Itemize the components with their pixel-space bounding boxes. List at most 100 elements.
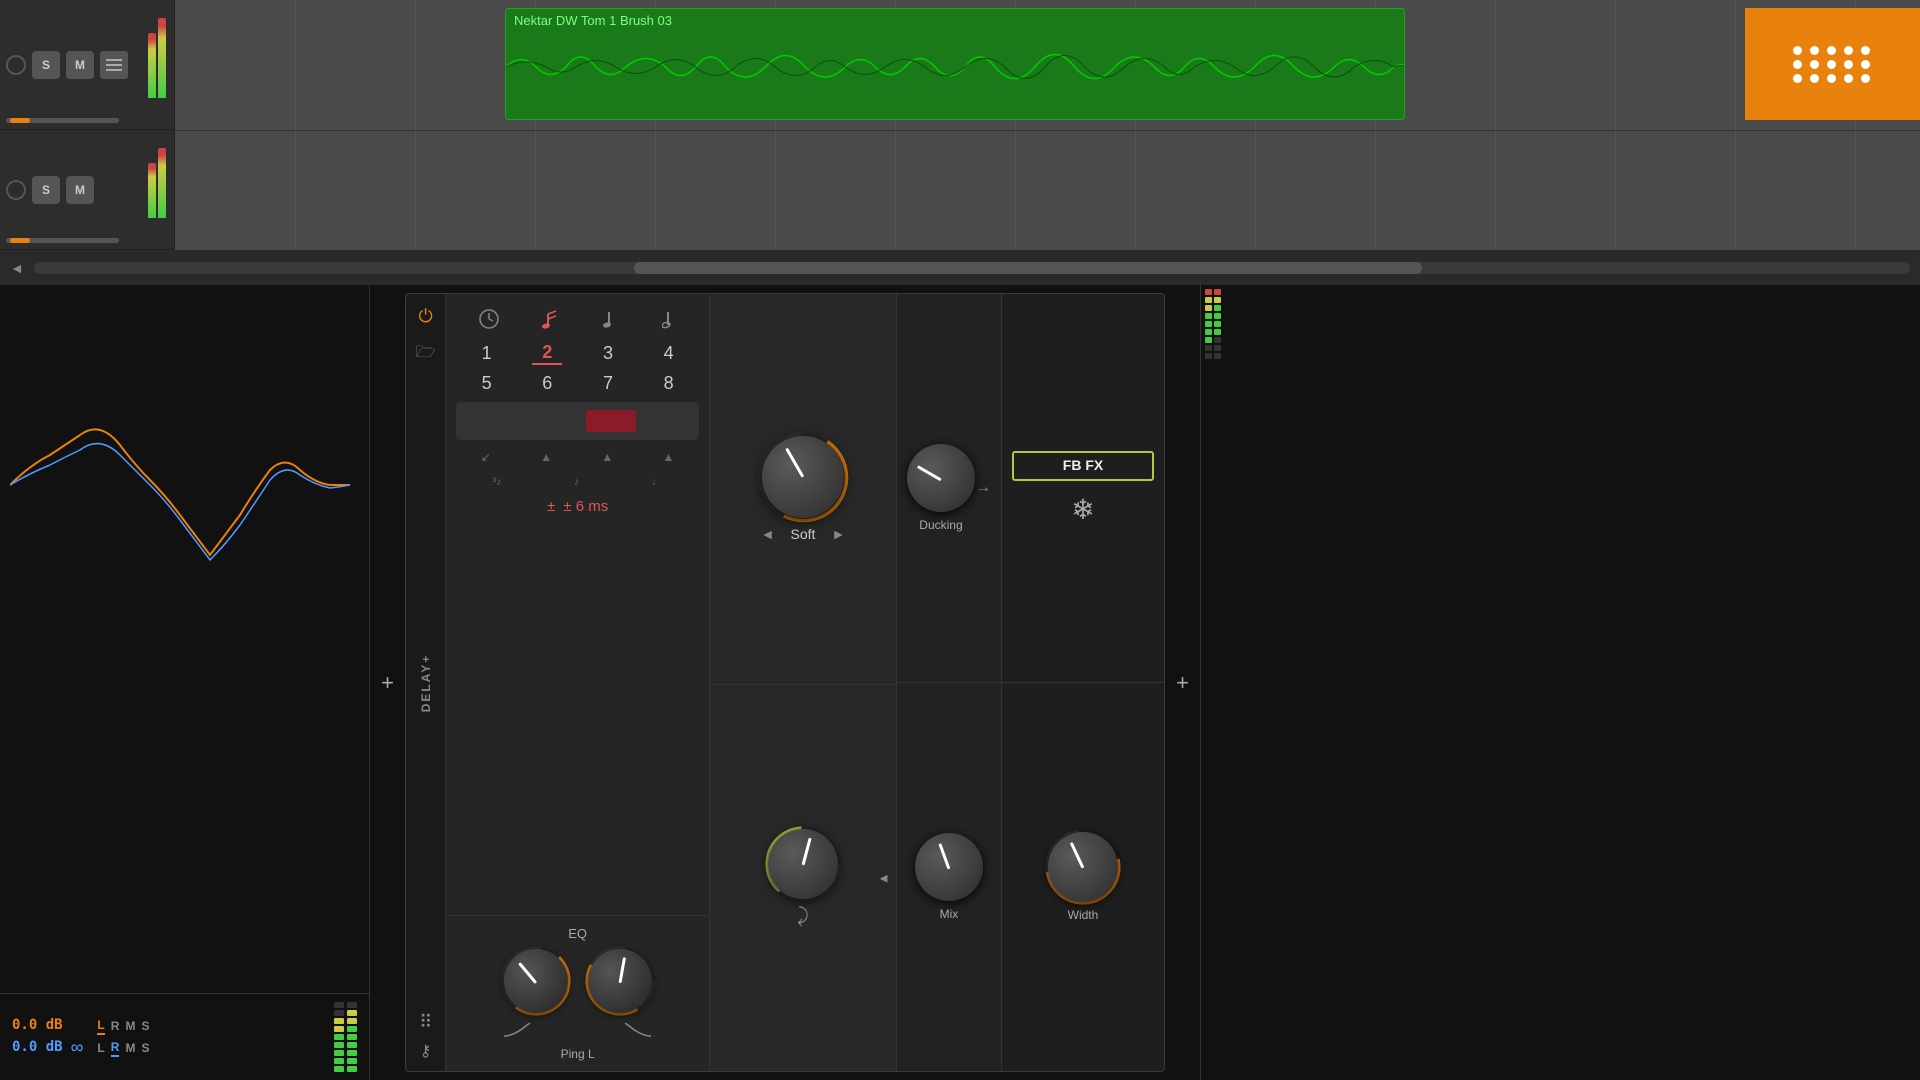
grid-line [1735,0,1736,285]
grid-btn[interactable]: ⠿ [419,1012,432,1033]
mix-label: Mix [940,907,959,921]
timing-nums-row1: 1 2 3 4 [456,342,699,365]
track-fader-1[interactable] [6,118,119,123]
timing-top: 1 2 3 4 5 6 7 8 ↙ [446,294,709,916]
fbfx-panel: FB FX ❄ Width [1001,294,1164,1071]
scrollbar-track[interactable] [34,262,1910,274]
plugin-name-label: DELAY+ [419,653,433,712]
folder-btn[interactable]: 🗁 [412,340,440,368]
note-quarter-icon[interactable] [603,308,619,330]
soft-knob-container [762,436,844,518]
eq-knob-1[interactable] [504,949,568,1013]
track-row-2: S M [0,130,174,250]
fbfx-top: FB FX ❄ [1002,294,1164,683]
daw-top-area: S M S M [0,0,1920,285]
note-eighth-icon[interactable] [542,308,560,330]
timing-num-6[interactable]: 6 [532,373,562,394]
plugin-sidebar: ⏻ 🗁 DELAY+ ⠿ ⚷ [406,294,446,1071]
scrollbar-thumb[interactable] [634,262,1422,274]
mute-btn-1[interactable]: M [66,51,94,79]
ms-display: ± ± 6 ms [456,498,699,515]
soft-arrow-right[interactable]: ► [831,526,845,542]
green-knob[interactable] [768,829,838,899]
soft-label: Soft [791,526,816,542]
track-menu-btn-1[interactable] [100,51,128,79]
level-blue: 0.0 dB [12,1039,63,1055]
note-half-icon[interactable] [662,308,678,330]
clip-waveform [506,32,1404,102]
note-eighth-sm-icon: ♪ [574,476,580,488]
timing-num-8[interactable]: 8 [654,373,684,394]
timing-block [586,410,636,432]
note-triplet-icon: ³♪ [492,476,501,488]
fbfx-label: FB FX [1063,457,1103,473]
fbfx-bottom: Width [1002,683,1164,1071]
plusminus-icon: ± [547,498,555,515]
orange-plugin-btn[interactable] [1745,8,1920,120]
eq-label: EQ [568,926,587,941]
soft-knob[interactable] [762,436,844,518]
timing-num-1[interactable]: 1 [472,343,502,364]
timing-bar[interactable] [456,402,699,440]
timing-arrow-up-2[interactable]: ▲ [601,450,613,464]
soft-arrow-left[interactable]: ◄ [761,526,775,542]
track-meter-2 [148,138,166,218]
soft-nav: ◄ Soft ► [761,526,846,542]
timing-sub-icon-1: ↙ [481,450,491,464]
solo-btn-2[interactable]: S [32,176,60,204]
scroll-left-arrow[interactable]: ◄ [10,260,24,276]
add-btn-left[interactable]: + [370,285,405,1080]
ch2-L-btn[interactable]: L [97,1041,104,1055]
timing-num-5[interactable]: 5 [472,373,502,394]
ch1-R-btn[interactable]: R [111,1019,120,1033]
width-knob[interactable] [1048,832,1118,902]
note-quarter-sm-icon: ♩ [652,476,663,488]
eq-curve-symbols [456,1021,699,1039]
level-blue-row: 0.0 dB ∞ [12,1037,83,1058]
loop-icon[interactable]: ⤸ [797,905,809,928]
timing-num-2[interactable]: 2 [532,342,562,365]
eq-high-curve [623,1021,653,1039]
ch2-M-btn[interactable]: M [125,1041,135,1055]
offset-icons-row: ³♪ ♪ ♩ [456,474,699,490]
monitor-meters [334,1002,357,1072]
ch1-S-btn[interactable]: S [141,1019,149,1033]
eq-low-curve [502,1021,532,1039]
timing-arrow-up-1[interactable]: ▲ [540,450,552,464]
record-btn-2[interactable] [6,180,26,200]
mix-knob[interactable] [915,833,983,901]
timing-num-3[interactable]: 3 [593,343,623,364]
add-btn-right[interactable]: + [1165,285,1200,1080]
scrollbar-row: ◄ [0,250,1920,285]
mute-btn-2[interactable]: M [66,176,94,204]
grid-line [1495,0,1496,285]
mix-section: Mix [897,683,1001,1071]
eq-knob-2[interactable] [588,949,652,1013]
ducking-arrow: → [975,479,991,497]
ping-l-label: Ping L [561,1047,595,1061]
grid-line [295,0,296,285]
eq-knobs [504,949,652,1013]
ducking-knob[interactable] [907,444,975,512]
soft-bottom: ◄ ⤸ [710,685,896,1071]
link-icon[interactable]: ∞ [71,1037,84,1058]
solo-btn-1[interactable]: S [32,51,60,79]
eq-knob-1-container [504,949,568,1013]
ch1-M-btn[interactable]: M [125,1019,135,1033]
green-knob-container [768,829,838,899]
audio-clip[interactable]: Nektar DW Tom 1 Brush 03 [505,8,1405,120]
fbfx-header: FB FX [1012,451,1154,481]
timing-num-4[interactable]: 4 [654,343,684,364]
timing-arrow-up-3[interactable]: ▲ [662,450,674,464]
ch2-R-label: R [111,1040,120,1057]
timing-num-7[interactable]: 7 [593,373,623,394]
key-btn[interactable]: ⚷ [420,1041,432,1061]
ch2-S-btn[interactable]: S [141,1041,149,1055]
monitor-waveform-svg [10,305,350,665]
record-btn-1[interactable] [6,55,26,75]
snowflake-btn[interactable]: ❄ [1071,493,1094,526]
power-btn[interactable]: ⏻ [412,302,440,330]
clock-icon[interactable] [478,308,500,330]
track-fader-2[interactable] [6,238,119,243]
timing-arrows-row: ↙ ▲ ▲ ▲ [456,448,699,466]
